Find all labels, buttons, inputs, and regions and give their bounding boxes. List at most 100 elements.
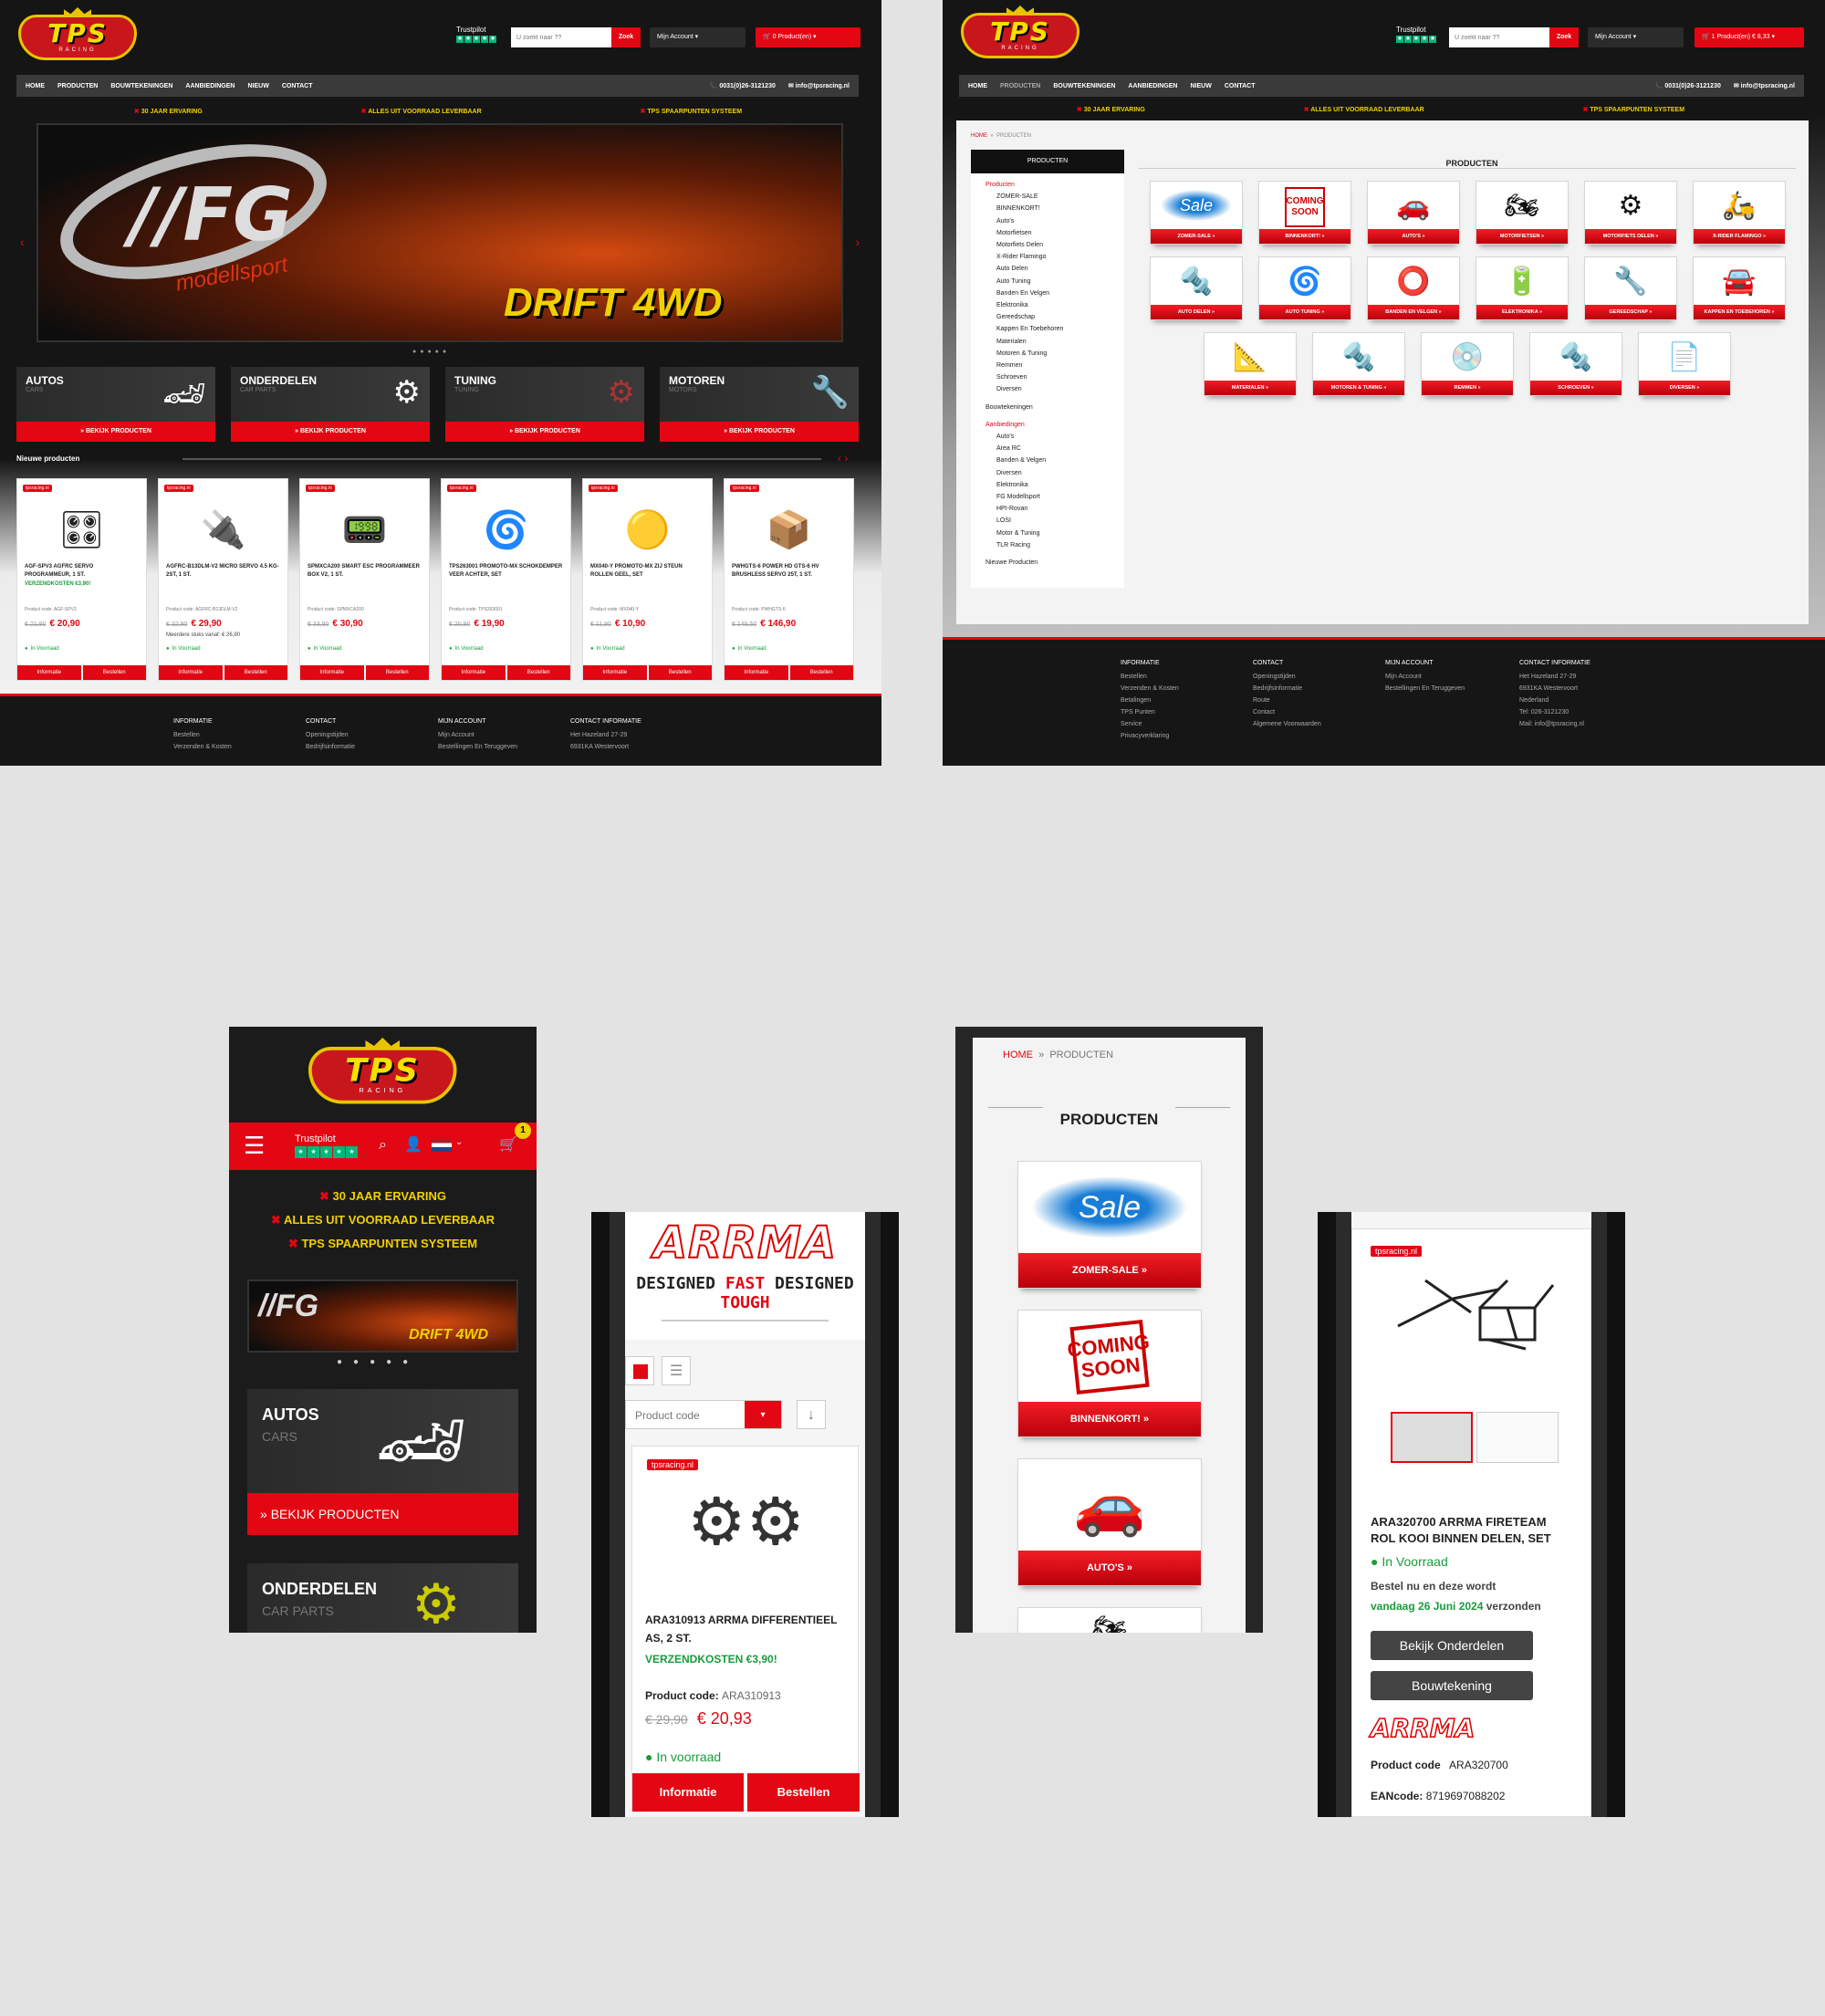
- phone-link[interactable]: 📞 0031(0)26-3121230: [710, 82, 776, 89]
- chevron-down-icon[interactable]: ⌄: [455, 1137, 463, 1147]
- cart-button[interactable]: 🛒 1 Product(en) € 8,33 ▾: [1695, 27, 1804, 47]
- order-button[interactable]: Bestellen: [224, 665, 287, 680]
- info-button[interactable]: Informatie: [300, 665, 364, 680]
- category-tile[interactable]: 🔩 SCHROEVEN »: [1529, 332, 1622, 396]
- view-products-button[interactable]: » BEKIJK PRODUCTEN: [247, 1493, 518, 1535]
- footer-link[interactable]: Bestellen: [1121, 674, 1179, 680]
- product-name[interactable]: ARA310913 ARRMA DIFFERENTIEEL AS, 2 ST.: [645, 1611, 845, 1647]
- nav-producten[interactable]: PRODUCTEN: [57, 83, 98, 89]
- account-dropdown[interactable]: Mijn Account ▾: [1588, 27, 1684, 47]
- product-card[interactable]: tpsracing.nl 📦 PWHGTS-6 POWER HD GTS-6 HV …: [724, 478, 854, 681]
- info-button[interactable]: Informatie: [17, 665, 81, 680]
- category-card-onderdelen[interactable]: ONDERDELEN CAR PARTS ⚙ » BEKIJK PRODUCTEN: [231, 367, 430, 442]
- nav-contact[interactable]: CONTACT: [282, 83, 313, 89]
- sidebar-item[interactable]: BINNENKORT!: [971, 203, 1124, 214]
- info-button[interactable]: Informatie: [632, 1773, 744, 1812]
- footer-link[interactable]: Verzenden & Kosten: [173, 744, 232, 750]
- category-tile[interactable]: Sale ZOMER-SALE »: [1150, 181, 1243, 245]
- tps-logo[interactable]: TPS RACING: [961, 5, 1079, 60]
- product-name[interactable]: TPS263001 PROMOTO-MX SCHOKDEMPER VEER AC…: [449, 563, 563, 580]
- sidebar-item[interactable]: HPI-Rovan: [971, 503, 1124, 515]
- sidebar-item[interactable]: Aanbiedingen: [971, 419, 1124, 431]
- category-tile[interactable]: 🚗 AUTO'S »: [1367, 181, 1460, 245]
- order-button[interactable]: Bestellen: [648, 665, 712, 680]
- breadcrumb-home[interactable]: HOME: [971, 133, 987, 139]
- footer-link[interactable]: Betalingen: [1121, 697, 1179, 704]
- slider-dots[interactable]: ●●●●●: [337, 1357, 419, 1367]
- product-card[interactable]: tpsracing.nl 🎛 AGF-SPV3 AGFRC SERVO PROGRA…: [16, 478, 147, 681]
- product-card[interactable]: tpsracing.nl 🌀 TPS263001 PROMOTO-MX SCHOKD…: [441, 478, 571, 681]
- footer-link[interactable]: Bedrijfsinformatie: [306, 744, 355, 750]
- sidebar-item[interactable]: Producten: [971, 179, 1124, 191]
- thumbnail-2[interactable]: [1476, 1412, 1559, 1463]
- footer-link[interactable]: Bestellen: [173, 732, 232, 738]
- trustpilot-badge[interactable]: Trustpilot ★ ★ ★ ★ ★: [456, 26, 496, 43]
- trustpilot-badge[interactable]: Trustpilot ★ ★ ★ ★ ★: [295, 1133, 358, 1158]
- category-card-autos[interactable]: AUTOS CARS 🏎 » BEKIJK PRODUCTEN: [247, 1389, 518, 1535]
- sidebar-item[interactable]: Elektronika: [971, 479, 1124, 491]
- sidebar-item[interactable]: Remmen: [971, 360, 1124, 371]
- view-parts-button[interactable]: Bekijk Onderdelen: [1371, 1631, 1533, 1660]
- footer-link[interactable]: Algemene Voorwaarden: [1253, 721, 1321, 727]
- footer-link[interactable]: Mijn Account: [438, 732, 517, 738]
- category-tile[interactable]: 📄 DIVERSEN »: [1638, 332, 1731, 396]
- sidebar-item[interactable]: Schroeven: [971, 371, 1124, 383]
- grid-view-button[interactable]: [625, 1356, 654, 1385]
- nav-bouwtekeningen[interactable]: BOUWTEKENINGEN: [1053, 83, 1115, 89]
- user-icon[interactable]: 👤: [404, 1135, 422, 1154]
- footer-link[interactable]: Verzenden & Kosten: [1121, 685, 1179, 692]
- sidebar-item[interactable]: Banden & Velgen: [971, 454, 1124, 466]
- nav-home[interactable]: HOME: [968, 83, 987, 89]
- search-input[interactable]: [511, 27, 611, 47]
- category-tile[interactable]: 🌀 AUTO TUNING »: [1258, 256, 1351, 320]
- category-tile[interactable]: 🛵 X-RIDER FLAMINGO »: [1693, 181, 1786, 245]
- tile-autos[interactable]: 🚗 AUTO'S »: [1017, 1458, 1202, 1586]
- tile-zomer-sale[interactable]: Sale ZOMER-SALE »: [1017, 1161, 1202, 1289]
- footer-link[interactable]: Openingstijden: [1253, 674, 1321, 680]
- breadcrumb-home[interactable]: HOME: [1003, 1050, 1033, 1060]
- tps-logo[interactable]: TPS RACING: [308, 1038, 457, 1106]
- slider-prev-icon[interactable]: ‹: [20, 235, 25, 249]
- sidebar-item[interactable]: Motorfietsen: [971, 227, 1124, 239]
- product-name[interactable]: AGF-SPV3 AGFRC SERVO PROGRAMMEUR, 1 ST.: [25, 563, 139, 580]
- sidebar-item[interactable]: Bouwtekeningen: [971, 402, 1124, 413]
- search-button[interactable]: Zoek: [1549, 27, 1579, 47]
- product-image[interactable]: 🎛: [30, 497, 133, 561]
- category-card-autos[interactable]: AUTOS CARS 🏎 » BEKIJK PRODUCTEN: [16, 367, 215, 442]
- view-products-button[interactable]: » BEKIJK PRODUCTEN: [16, 422, 215, 442]
- sidebar-item[interactable]: FG Modellsport: [971, 491, 1124, 503]
- account-dropdown[interactable]: Mijn Account ▾: [650, 27, 746, 47]
- product-image[interactable]: 📟: [313, 497, 416, 561]
- sidebar-item[interactable]: ZOMER-SALE: [971, 191, 1124, 203]
- sidebar-item[interactable]: Gereedschap: [971, 311, 1124, 323]
- info-button[interactable]: Informatie: [725, 665, 788, 680]
- cart-icon[interactable]: 🛒: [499, 1135, 517, 1154]
- email-link[interactable]: ✉ info@tpsracing.nl: [1734, 82, 1795, 89]
- category-tile[interactable]: ⭕ BANDEN EN VELGEN »: [1367, 256, 1460, 320]
- sort-direction-icon[interactable]: ↓: [797, 1400, 826, 1429]
- hero-slider[interactable]: //FG modellsport DRIFT 4WD ‹ ›: [20, 119, 860, 342]
- sidebar-item[interactable]: LOSI: [971, 515, 1124, 527]
- sidebar-item[interactable]: Motor & Tuning: [971, 528, 1124, 539]
- category-tile[interactable]: 🚘 KAPPEN EN TOEBEHOREN »: [1693, 256, 1786, 320]
- sidebar-item[interactable]: Auto's: [971, 431, 1124, 443]
- sidebar-item[interactable]: Diversen: [971, 467, 1124, 479]
- thumbnail-1[interactable]: [1391, 1412, 1473, 1463]
- view-products-button[interactable]: » BEKIJK PRODUCTEN: [660, 422, 859, 442]
- cart-button[interactable]: 🛒 0 Product(en) ▾: [756, 27, 860, 47]
- sidebar-item[interactable]: Auto Tuning: [971, 276, 1124, 287]
- trustpilot-badge[interactable]: Trustpilot ★ ★ ★ ★ ★: [1396, 26, 1436, 43]
- sidebar-item[interactable]: Auto Delen: [971, 263, 1124, 275]
- product-image[interactable]: 🌀: [454, 497, 558, 561]
- product-card[interactable]: tpsracing.nl 🟡 MX040-Y PROMOTO-MX ZIJ STEU…: [582, 478, 713, 681]
- product-image[interactable]: 🔌: [172, 497, 275, 561]
- product-name[interactable]: AGFRC-B13DLM-V2 MICRO SERVO 4.5 KG-2ST, …: [166, 563, 280, 580]
- category-tile[interactable]: 🏍 MOTORFIETSEN »: [1476, 181, 1569, 245]
- sidebar-item[interactable]: Kappen En Toebehoren: [971, 323, 1124, 335]
- product-card[interactable]: tpsracing.nl 🔌 AGFRC-B13DLM-V2 MICRO SERVO…: [158, 478, 288, 681]
- search-icon[interactable]: ⌕: [379, 1137, 387, 1154]
- sidebar-item[interactable]: Motorfiets Delen: [971, 239, 1124, 251]
- sidebar-item[interactable]: Elektronika: [971, 299, 1124, 311]
- search-input[interactable]: [1449, 27, 1549, 47]
- footer-link[interactable]: Bestellingen En Teruggeven: [438, 744, 517, 750]
